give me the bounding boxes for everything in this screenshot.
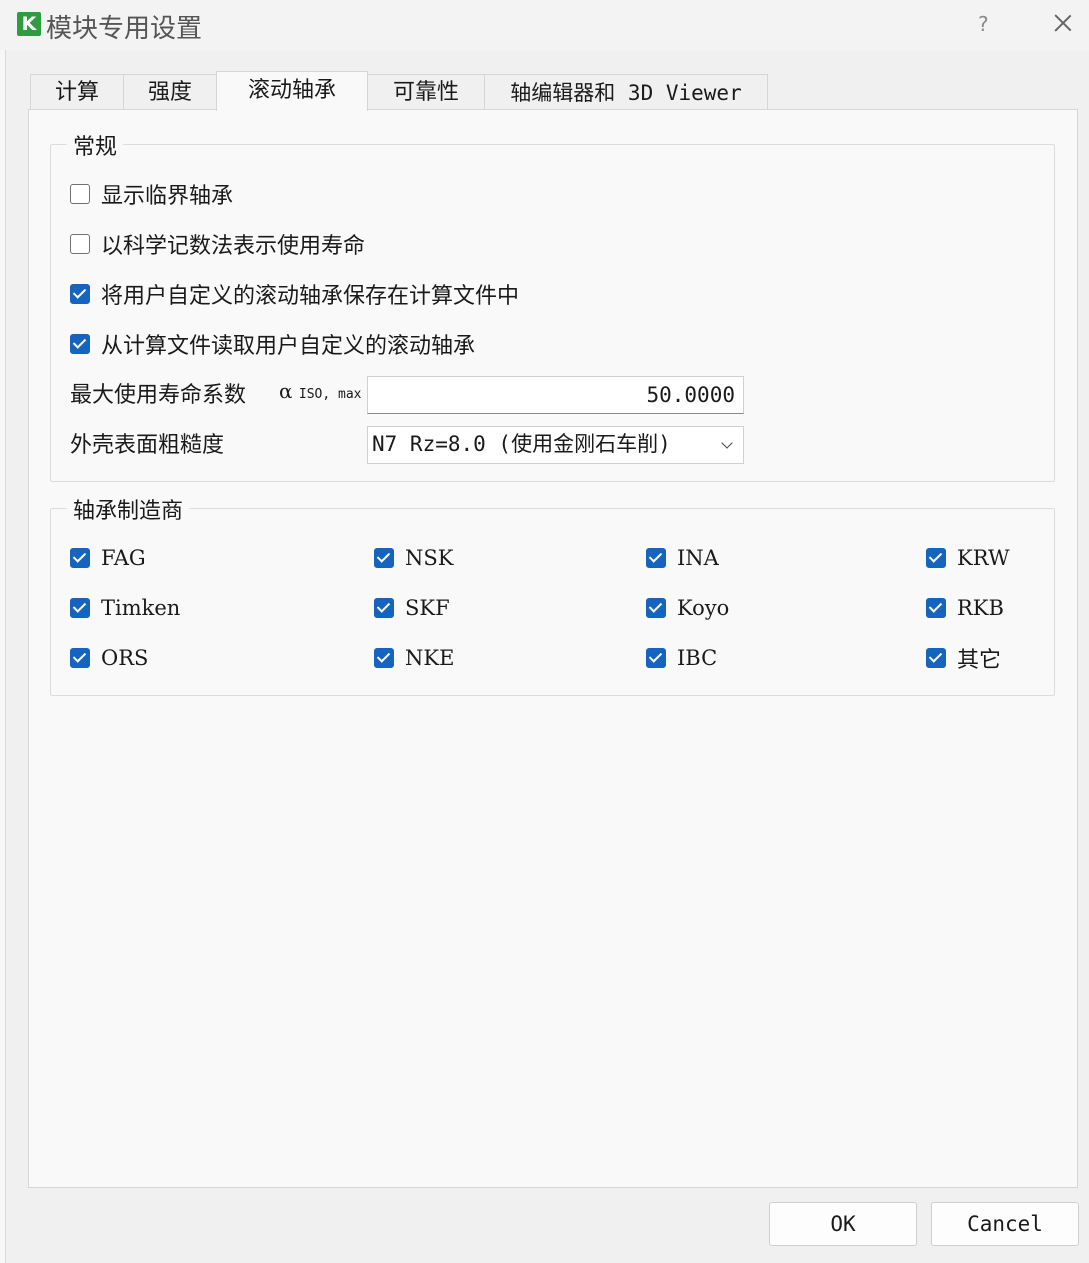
manufacturer-nke-checkbox[interactable]: NKE [374, 644, 454, 672]
scientific-notation-checkbox[interactable]: 以科学记数法表示使用寿命 [70, 230, 366, 259]
checkbox-label: NKE [405, 646, 455, 670]
general-group: 常规 显示临界轴承 以科学记数法表示使用寿命 将用户自定义的滚动轴承保存在计算文… [50, 129, 1055, 482]
checkbox-label: SKF [405, 596, 450, 620]
checkbox-box[interactable] [926, 548, 946, 568]
max-life-factor-label: 最大使用寿命系数 [70, 383, 247, 408]
manufacturer-ibc-checkbox[interactable]: IBC [646, 644, 717, 672]
alpha-glyph: α [279, 379, 293, 403]
checkbox-label: 以科学记数法表示使用寿命 [101, 234, 366, 259]
checkbox-box[interactable] [926, 598, 946, 618]
close-icon[interactable] [1052, 12, 1074, 34]
tab-calculation[interactable]: 计算 [30, 74, 124, 110]
checkbox-label: RKB [957, 596, 1004, 620]
checkbox-box[interactable] [374, 648, 394, 668]
housing-roughness-select[interactable]: N7 Rz=8.0 (使用金刚石车削) [367, 426, 744, 464]
checkbox-box[interactable] [646, 548, 666, 568]
housing-roughness-label: 外壳表面粗糙度 [70, 433, 225, 458]
alpha-symbol: α ISO, max [279, 379, 362, 403]
checkbox-box[interactable] [70, 548, 90, 568]
checkbox-label: INA [677, 546, 719, 570]
manufacturers-group-title: 轴承制造商 [67, 493, 190, 525]
tab-reliability[interactable]: 可靠性 [367, 74, 485, 110]
checkbox-box[interactable] [374, 598, 394, 618]
roughness-selected-value: N7 Rz=8.0 (使用金刚石车削) [372, 432, 671, 456]
read-user-bearings-checkbox[interactable]: 从计算文件读取用户自定义的滚动轴承 [70, 330, 476, 359]
max-life-factor-input[interactable]: 50.0000 [367, 376, 744, 414]
chevron-down-icon[interactable] [721, 437, 733, 449]
checkbox-box[interactable] [646, 598, 666, 618]
checkbox-label: NSK [405, 546, 454, 570]
manufacturer-fag-checkbox[interactable]: FAG [70, 544, 146, 572]
checkbox-box[interactable] [70, 334, 90, 354]
manufacturers-group: 轴承制造商 FAG NSK INA KRW Timken SKF Koyo RK… [50, 493, 1055, 696]
show-critical-bearings-checkbox[interactable]: 显示临界轴承 [70, 180, 234, 209]
checkbox-label: IBC [677, 646, 718, 670]
manufacturer-ina-checkbox[interactable]: INA [646, 544, 719, 572]
save-user-bearings-checkbox[interactable]: 将用户自定义的滚动轴承保存在计算文件中 [70, 280, 520, 309]
app-logo-icon: K [17, 12, 41, 36]
checkbox-label: KRW [957, 546, 1010, 570]
help-button[interactable]: ? [978, 12, 989, 36]
window-edge [0, 50, 6, 1263]
checkbox-box[interactable] [70, 598, 90, 618]
ok-button[interactable]: OK [769, 1202, 917, 1246]
checkbox-label: 从计算文件读取用户自定义的滚动轴承 [101, 334, 476, 359]
tab-content-panel: 常规 显示临界轴承 以科学记数法表示使用寿命 将用户自定义的滚动轴承保存在计算文… [28, 109, 1078, 1188]
manufacturer-timken-checkbox[interactable]: Timken [70, 594, 180, 622]
checkbox-box[interactable] [70, 234, 90, 254]
checkbox-box[interactable] [70, 184, 90, 204]
manufacturer-nsk-checkbox[interactable]: NSK [374, 544, 453, 572]
checkbox-box[interactable] [926, 648, 946, 668]
checkbox-box[interactable] [70, 648, 90, 668]
manufacturer-skf-checkbox[interactable]: SKF [374, 594, 450, 622]
tab-rolling-bearing[interactable]: 滚动轴承 [216, 71, 368, 111]
checkbox-label: Koyo [677, 596, 730, 620]
checkbox-label: ORS [101, 646, 149, 670]
manufacturer-koyo-checkbox[interactable]: Koyo [646, 594, 729, 622]
checkbox-label: 显示临界轴承 [101, 184, 234, 209]
manufacturer-krw-checkbox[interactable]: KRW [926, 544, 1010, 572]
general-group-title: 常规 [67, 129, 124, 161]
checkbox-box[interactable] [646, 648, 666, 668]
manufacturer-other-checkbox[interactable]: 其它 [926, 644, 1002, 673]
manufacturer-ors-checkbox[interactable]: ORS [70, 644, 148, 672]
tab-strength[interactable]: 强度 [123, 74, 217, 110]
window-title: 模块专用设置 [46, 14, 203, 44]
checkbox-box[interactable] [374, 548, 394, 568]
cancel-button[interactable]: Cancel [931, 1202, 1079, 1246]
checkbox-label: FAG [101, 546, 146, 570]
checkbox-label: Timken [101, 596, 181, 620]
title-bar: K 模块专用设置 ? [0, 0, 1089, 50]
checkbox-label: 其它 [957, 648, 1002, 673]
checkbox-label: 将用户自定义的滚动轴承保存在计算文件中 [101, 284, 520, 309]
checkbox-box[interactable] [70, 284, 90, 304]
manufacturer-rkb-checkbox[interactable]: RKB [926, 594, 1004, 622]
tab-shaft-editor-3d-viewer[interactable]: 轴编辑器和 3D Viewer [484, 74, 768, 110]
alpha-subscript: ISO, max [298, 387, 362, 402]
